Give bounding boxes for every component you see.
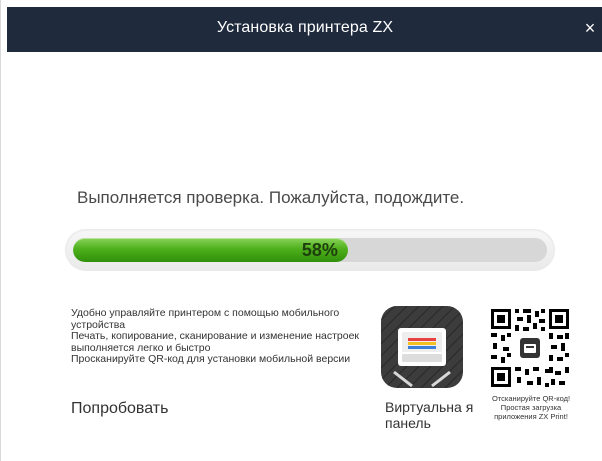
installer-window: Установка принтера ZX × Выполняется пров… xyxy=(0,0,602,461)
mobile-info: Удобно управляйте принтером с помощью мо… xyxy=(71,307,371,366)
try-link[interactable]: Попробовать xyxy=(71,400,168,418)
close-icon[interactable]: × xyxy=(581,17,599,39)
mobile-info-line: Удобно управляйте принтером с помощью мо… xyxy=(71,307,340,331)
qr-caption: Отсканируйте QR-код! Простая загрузка пр… xyxy=(479,394,583,421)
status-message: Выполняется проверка. Пожалуйста, подожд… xyxy=(77,188,465,207)
progress-fill: 58% xyxy=(73,238,348,262)
virtual-panel-label[interactable]: Виртуальна я панель xyxy=(385,399,475,431)
mobile-info-line: Печать, копирование, сканирование и изме… xyxy=(71,330,360,354)
printer-app-icon[interactable] xyxy=(381,306,463,388)
qr-caption-line: Простая загрузка xyxy=(500,403,562,412)
mobile-info-line: Просканируйте QR-код для установки мобил… xyxy=(71,353,351,365)
progress-percent: 58% xyxy=(301,240,338,260)
qr-caption-line: Отсканируйте QR-код! xyxy=(491,394,571,403)
qr-code-icon xyxy=(489,307,571,389)
progress-track: 58% xyxy=(73,238,547,262)
qr-caption-line: приложения ZX Print! xyxy=(494,412,568,421)
title-bar: Установка принтера ZX × xyxy=(7,7,602,52)
window-title: Установка принтера ZX xyxy=(216,19,394,36)
progress-bar: 58% xyxy=(65,229,555,271)
